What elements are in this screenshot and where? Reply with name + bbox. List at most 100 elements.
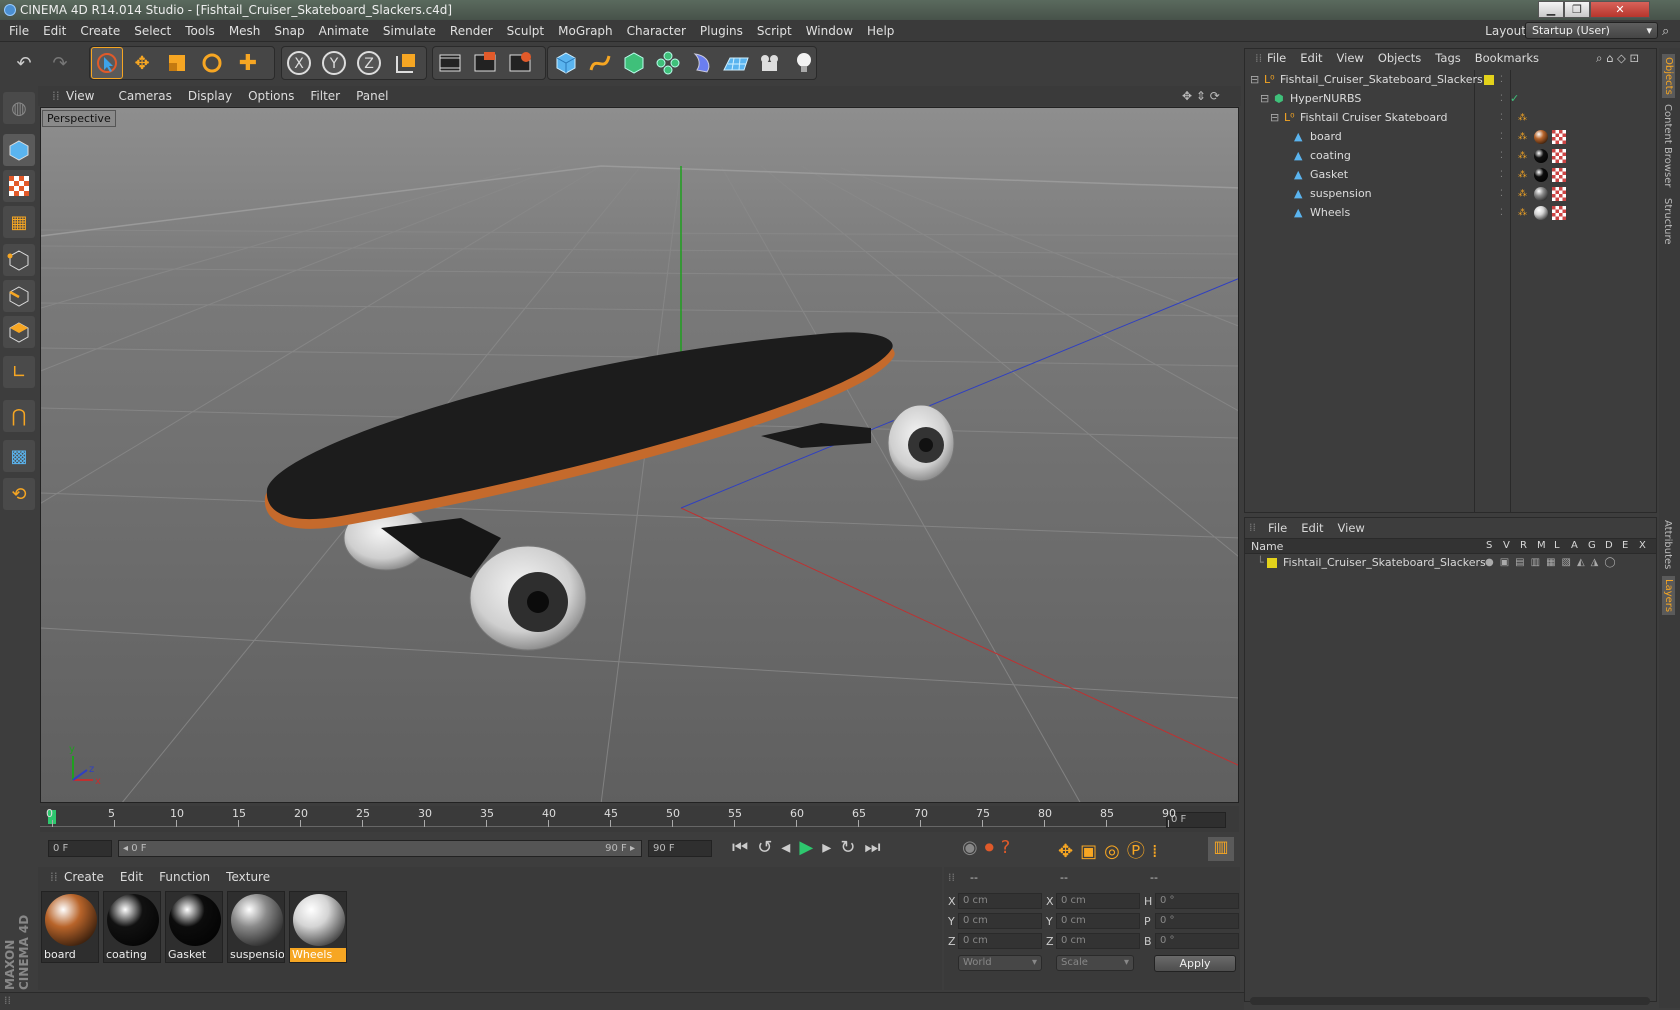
undo-icon[interactable]: ↶ bbox=[8, 47, 40, 79]
end-frame-field[interactable]: 90 F bbox=[648, 840, 712, 857]
workplane-mode-icon[interactable]: ▦ bbox=[3, 206, 35, 238]
object-manager-tools[interactable]: ⌕ ⌂ ◇ ⊡ bbox=[1589, 48, 1646, 68]
object-menu-objects[interactable]: Objects bbox=[1371, 48, 1428, 68]
key-position-icon[interactable]: ✥ bbox=[1058, 841, 1080, 862]
object-menu-view[interactable]: View bbox=[1330, 48, 1371, 68]
uvw-tag-icon[interactable] bbox=[1552, 149, 1566, 163]
flag-expressions[interactable]: E bbox=[1622, 540, 1639, 551]
menu-window[interactable]: Window bbox=[799, 20, 860, 42]
close-button[interactable]: ✕ bbox=[1590, 1, 1650, 18]
collapse-icon[interactable]: ⊟ bbox=[1270, 108, 1279, 128]
coordinate-system-icon[interactable] bbox=[390, 47, 422, 79]
render-settings-icon[interactable] bbox=[504, 47, 536, 79]
position-x-field[interactable]: 0 cm bbox=[958, 893, 1042, 909]
rotate-icon[interactable] bbox=[196, 47, 228, 79]
menu-simulate[interactable]: Simulate bbox=[376, 20, 443, 42]
viewport-menu-filter[interactable]: Filter bbox=[302, 86, 348, 106]
viewport-menu-cameras[interactable]: Cameras bbox=[110, 86, 179, 106]
move-icon[interactable]: ✥ bbox=[126, 47, 158, 79]
visibility-dots[interactable]: ⁚ bbox=[1500, 184, 1503, 204]
menu-character[interactable]: Character bbox=[620, 20, 693, 42]
tweak-mode-icon[interactable]: ⟲ bbox=[3, 478, 35, 510]
collapse-icon[interactable]: ⊟ bbox=[1250, 70, 1259, 90]
phong-tag-icon[interactable]: ⁂ bbox=[1518, 165, 1527, 185]
material-board[interactable]: board bbox=[41, 891, 99, 963]
layer-menu-file[interactable]: File bbox=[1261, 518, 1294, 538]
keyframe-selection-icon[interactable]: ? bbox=[1001, 837, 1018, 858]
menu-mesh[interactable]: Mesh bbox=[222, 20, 268, 42]
search-icon[interactable]: ⌕ bbox=[1662, 24, 1669, 39]
viewport-menu-options[interactable]: Options bbox=[240, 86, 302, 106]
position-z-field[interactable]: 0 cm bbox=[958, 933, 1042, 949]
goto-end-icon[interactable]: ⏭ bbox=[864, 837, 889, 858]
uvw-tag-icon[interactable] bbox=[1552, 187, 1566, 201]
material-tag-icon[interactable] bbox=[1534, 206, 1548, 220]
visibility-dots[interactable]: ⁚ bbox=[1500, 70, 1503, 90]
minimize-button[interactable]: ▁ bbox=[1538, 1, 1564, 18]
material-menu-function[interactable]: Function bbox=[151, 867, 218, 887]
render-view-icon[interactable] bbox=[434, 47, 466, 79]
object-row-coating[interactable]: ▲ coating ⁚ ⁂ bbox=[1246, 146, 1656, 166]
visibility-dots[interactable]: ⁚ bbox=[1500, 146, 1503, 166]
viewport-menu-display[interactable]: Display bbox=[180, 86, 240, 106]
size-x-field[interactable]: 0 cm bbox=[1056, 893, 1140, 909]
axis-mode-icon[interactable]: ∟ bbox=[3, 356, 35, 388]
nurbs-icon[interactable] bbox=[618, 47, 650, 79]
prev-key-icon[interactable]: ↺ bbox=[757, 837, 781, 858]
layer-row[interactable]: └ Fishtail_Cruiser_Skateboard_Slackers ●… bbox=[1245, 554, 1656, 572]
material-suspension[interactable]: suspension bbox=[227, 891, 285, 963]
flag-solo[interactable]: S bbox=[1486, 540, 1503, 551]
menu-render[interactable]: Render bbox=[443, 20, 500, 42]
size-mode-select[interactable]: Scale ▾ bbox=[1056, 955, 1134, 971]
phong-tag-icon[interactable]: ⁂ bbox=[1518, 203, 1527, 223]
tab-attributes[interactable]: Attributes bbox=[1662, 520, 1673, 569]
flag-deformers[interactable]: D bbox=[1605, 540, 1622, 551]
phong-tag-icon[interactable]: ⁂ bbox=[1518, 184, 1527, 204]
prev-frame-icon[interactable]: ◂ bbox=[781, 837, 799, 858]
tab-content-browser[interactable]: Content Browser bbox=[1662, 104, 1673, 187]
visibility-dots[interactable]: ⁚ bbox=[1500, 203, 1503, 223]
camera-icon[interactable] bbox=[754, 47, 786, 79]
record-keys-icon[interactable]: ◉ bbox=[962, 837, 985, 858]
menu-sculpt[interactable]: Sculpt bbox=[500, 20, 551, 42]
uvw-tag-icon[interactable] bbox=[1552, 130, 1566, 144]
flag-animation[interactable]: A bbox=[1571, 540, 1588, 551]
menu-create[interactable]: Create bbox=[73, 20, 127, 42]
flag-render[interactable]: R bbox=[1520, 540, 1537, 551]
make-editable-icon[interactable]: ◍ bbox=[3, 92, 35, 124]
viewport-menu-panel[interactable]: Panel bbox=[348, 86, 396, 106]
material-coating[interactable]: coating bbox=[103, 891, 161, 963]
material-wheels[interactable]: Wheels bbox=[289, 891, 347, 963]
menu-script[interactable]: Script bbox=[750, 20, 799, 42]
layer-color-swatch[interactable] bbox=[1267, 558, 1277, 568]
object-menu-edit[interactable]: Edit bbox=[1293, 48, 1329, 68]
autokey-icon[interactable]: ⏺ bbox=[985, 837, 1001, 858]
object-row-group[interactable]: ⊟ L⁰ Fishtail Cruiser Skateboard ⁚ ⁂ bbox=[1246, 108, 1656, 128]
visibility-dots[interactable]: ⁚ bbox=[1500, 165, 1503, 185]
rotation-p-field[interactable]: 0 ° bbox=[1155, 913, 1239, 929]
light-bulb-icon[interactable] bbox=[788, 47, 820, 79]
object-row-gasket[interactable]: ▲ Gasket ⁚ ⁂ bbox=[1246, 165, 1656, 185]
tab-structure[interactable]: Structure bbox=[1662, 198, 1673, 245]
phong-tag-icon[interactable]: ⁂ bbox=[1518, 146, 1527, 166]
object-row-board[interactable]: ▲ board ⁚ ⁂ bbox=[1246, 127, 1656, 147]
play-icon[interactable]: ▶ bbox=[799, 837, 822, 858]
material-tag-icon[interactable] bbox=[1534, 187, 1548, 201]
workplane-lock-icon[interactable]: ▩ bbox=[3, 440, 35, 472]
flag-locked[interactable]: L bbox=[1554, 540, 1571, 551]
layer-menu-edit[interactable]: Edit bbox=[1294, 518, 1330, 538]
horizontal-scrollbar[interactable] bbox=[1250, 997, 1650, 1005]
object-menu-bookmarks[interactable]: Bookmarks bbox=[1468, 48, 1546, 68]
model-mode-icon[interactable] bbox=[3, 134, 35, 166]
points-mode-icon[interactable] bbox=[3, 244, 35, 276]
next-key-icon[interactable]: ↻ bbox=[840, 837, 864, 858]
flag-xref[interactable]: X bbox=[1639, 540, 1656, 551]
tab-layers[interactable]: Layers bbox=[1662, 576, 1675, 616]
snap-magnet-icon[interactable]: ⋂ bbox=[3, 400, 35, 432]
x-axis-lock-icon[interactable]: X bbox=[283, 47, 315, 79]
polygons-mode-icon[interactable] bbox=[3, 316, 35, 348]
menu-help[interactable]: Help bbox=[860, 20, 901, 42]
phong-tag-icon[interactable]: ⁂ bbox=[1518, 127, 1527, 147]
size-y-field[interactable]: 0 cm bbox=[1056, 913, 1140, 929]
z-axis-lock-icon[interactable]: Z bbox=[353, 47, 385, 79]
